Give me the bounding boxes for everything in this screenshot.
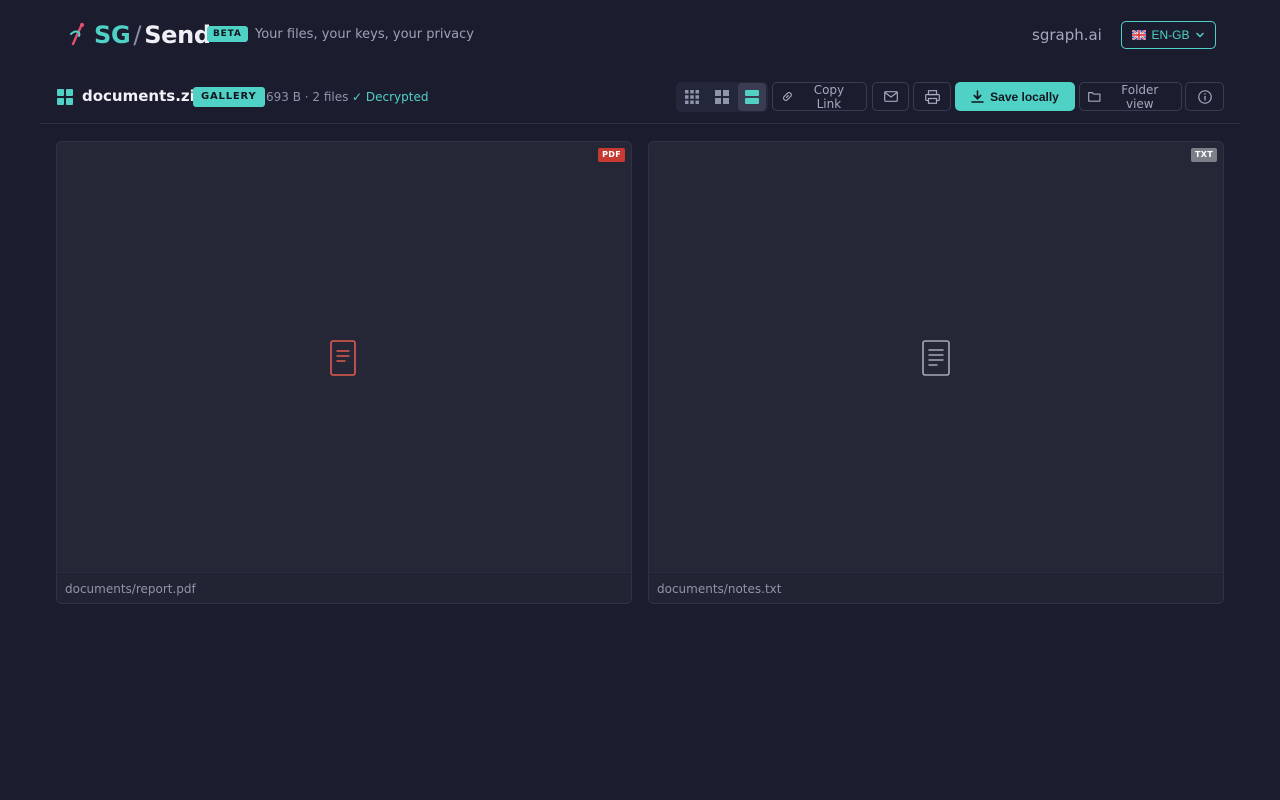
save-locally-label: Save locally <box>990 89 1059 104</box>
brand-prefix: SG <box>94 21 131 49</box>
brand-slash: / <box>133 21 142 49</box>
copy-link-label: Copy Link <box>813 82 845 111</box>
email-button[interactable] <box>872 82 909 111</box>
copy-link-button[interactable]: Copy Link <box>772 82 867 111</box>
mode-badge: GALLERY <box>193 87 265 107</box>
view-list-button[interactable] <box>738 83 766 111</box>
decrypted-status: ✓ Decrypted <box>352 90 429 104</box>
document-icon <box>922 340 950 376</box>
download-icon <box>971 90 984 103</box>
file-toolbar: documents.zip GALLERY 693 B · 2 files ✓ … <box>40 80 1240 124</box>
brand-logo[interactable]: SG / Send <box>94 19 211 51</box>
file-preview[interactable]: TXT <box>649 142 1223 572</box>
beta-badge: BETA <box>207 26 248 42</box>
list-view-icon <box>745 90 759 104</box>
view-large-grid-button[interactable] <box>708 83 736 111</box>
gallery-grid-icon <box>57 89 73 105</box>
app-header: SG / Send BETA Your files, your keys, your… <box>0 0 1280 70</box>
brand-suffix: Send <box>144 21 211 49</box>
info-button[interactable] <box>1185 82 1224 111</box>
language-label: EN-GB <box>1151 28 1190 42</box>
printer-icon <box>924 89 940 104</box>
file-path: documents/notes.txt <box>657 582 782 596</box>
view-mode-switcher <box>676 82 768 112</box>
print-button[interactable] <box>913 82 951 111</box>
view-small-grid-button[interactable] <box>678 83 706 111</box>
tagline: Your files, your keys, your privacy <box>255 27 474 42</box>
file-card[interactable]: TXT documents/notes.txt <box>648 141 1224 604</box>
folder-icon <box>1088 92 1101 102</box>
file-card-footer: documents/notes.txt <box>649 572 1223 603</box>
file-type-badge: PDF <box>598 148 625 162</box>
info-icon <box>1197 89 1212 104</box>
large-grid-icon <box>715 90 729 104</box>
uk-flag-icon <box>1132 30 1147 40</box>
chevron-down-icon <box>1195 32 1204 38</box>
mail-icon <box>883 91 898 102</box>
site-link[interactable]: sgraph.ai <box>1032 25 1102 45</box>
file-path: documents/report.pdf <box>65 582 196 596</box>
save-locally-button[interactable]: Save locally <box>955 82 1075 111</box>
file-card-footer: documents/report.pdf <box>57 572 631 603</box>
language-selector[interactable]: EN-GB <box>1121 21 1216 49</box>
file-card[interactable]: PDF documents/report.pdf <box>56 141 632 604</box>
file-meta: 693 B · 2 files <box>266 90 349 104</box>
file-name: documents.zip <box>82 87 206 105</box>
file-preview[interactable]: PDF <box>57 142 631 572</box>
file-type-badge: TXT <box>1191 148 1217 162</box>
document-icon <box>330 340 356 376</box>
link-icon <box>783 92 792 101</box>
folder-view-label: Folder view <box>1121 82 1159 111</box>
small-grid-icon <box>685 90 699 104</box>
logo-icon <box>70 22 84 46</box>
folder-view-button[interactable]: Folder view <box>1079 82 1182 111</box>
